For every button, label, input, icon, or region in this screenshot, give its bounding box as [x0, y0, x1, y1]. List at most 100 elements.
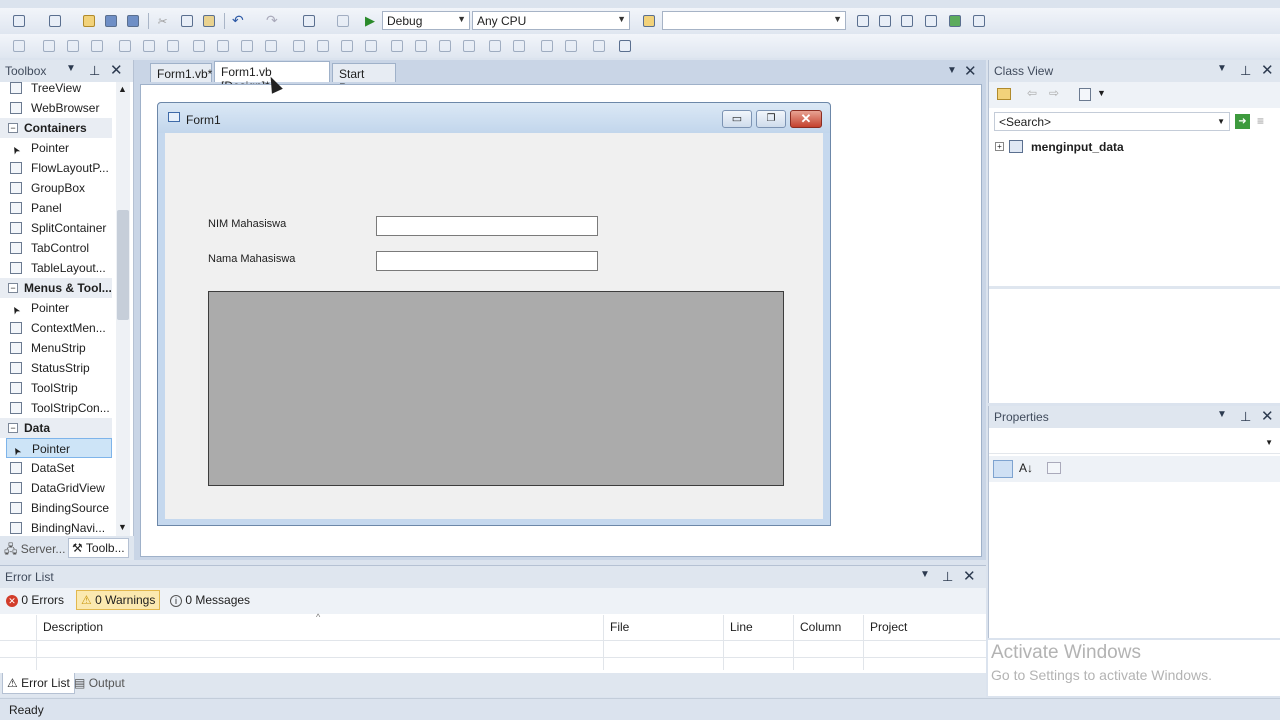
toolbox-category[interactable]: − Data: [0, 418, 112, 438]
toolbox-dropdown-icon[interactable]: ▼: [66, 63, 76, 74]
toolbox-item[interactable]: ToolStripCon...: [6, 398, 112, 418]
v-spacing-increase-icon[interactable]: [412, 37, 430, 55]
align-lefts-icon[interactable]: [40, 37, 58, 55]
toolbox-item[interactable]: WebBrowser: [6, 98, 112, 118]
properties-window-icon[interactable]: [876, 12, 894, 30]
align-tops-icon[interactable]: [116, 37, 134, 55]
same-height-icon[interactable]: [214, 37, 232, 55]
h-spacing-increase-icon[interactable]: [314, 37, 332, 55]
nim-input[interactable]: [376, 216, 598, 236]
new-project-icon[interactable]: [10, 12, 28, 30]
navigate-backward-icon[interactable]: [300, 12, 318, 30]
find-in-files-icon[interactable]: [640, 12, 658, 30]
object-browser-icon[interactable]: [898, 12, 916, 30]
align-centers-icon[interactable]: [64, 37, 82, 55]
toolbox-item[interactable]: DataSet: [6, 458, 112, 478]
same-width-icon[interactable]: [190, 37, 208, 55]
bring-to-front-icon[interactable]: [538, 37, 556, 55]
output-tab[interactable]: ▤ Output: [74, 676, 125, 690]
save-all-icon[interactable]: [124, 12, 142, 30]
new-folder-icon[interactable]: [997, 88, 1011, 100]
error-list-tab[interactable]: ⚠ Error List: [2, 673, 75, 694]
categorized-icon[interactable]: [993, 460, 1013, 478]
class-view-dropdown-icon[interactable]: ▼: [1217, 63, 1227, 74]
align-middles-icon[interactable]: [140, 37, 158, 55]
start-debugging-icon[interactable]: ▶: [360, 12, 378, 30]
class-view-pin-icon[interactable]: ⊥: [1240, 63, 1251, 79]
align-bottoms-icon[interactable]: [164, 37, 182, 55]
minimize-icon[interactable]: ▭: [722, 110, 752, 128]
warnings-filter[interactable]: ⚠ 0 Warnings: [76, 590, 161, 610]
error-list-dropdown-icon[interactable]: ▼: [920, 569, 930, 580]
align-to-grid-icon[interactable]: [10, 37, 28, 55]
toolbox-scrollbar[interactable]: ▲ ▼: [116, 82, 130, 536]
same-size-icon[interactable]: [238, 37, 256, 55]
toolbox-close-icon[interactable]: ✕: [110, 61, 123, 79]
properties-dropdown-icon[interactable]: ▼: [1217, 409, 1227, 420]
window-layout-icon[interactable]: [970, 12, 988, 30]
toolbox-item[interactable]: DataGridView: [6, 478, 112, 498]
toolbox-item[interactable]: MenuStrip: [6, 338, 112, 358]
col-file[interactable]: File: [610, 620, 629, 634]
close-form-icon[interactable]: ✕: [790, 110, 822, 128]
toolbox-item[interactable]: StatusStrip: [6, 358, 112, 378]
col-description[interactable]: Description: [43, 620, 103, 634]
toolbox-pin-icon[interactable]: ⊥: [89, 63, 100, 79]
error-list-close-icon[interactable]: ✕: [963, 567, 976, 585]
save-icon[interactable]: [102, 12, 120, 30]
open-file-icon[interactable]: [80, 12, 98, 30]
col-project[interactable]: Project: [870, 620, 907, 634]
clear-search-icon[interactable]: ≡: [1257, 114, 1264, 128]
col-line[interactable]: Line: [730, 620, 753, 634]
toolbox-scroll-thumb[interactable]: [117, 210, 129, 320]
toolbox-item[interactable]: BindingSource: [6, 498, 112, 518]
maximize-icon[interactable]: ❐: [756, 110, 786, 128]
center-vertically-icon[interactable]: [510, 37, 528, 55]
properties-close-icon[interactable]: ✕: [1261, 407, 1274, 425]
collapse-icon[interactable]: −: [8, 123, 18, 133]
toolbox-item[interactable]: GroupBox: [6, 178, 112, 198]
toolbox-item[interactable]: ➤ Pointer: [6, 298, 112, 318]
toolbox-item[interactable]: BindingNavi...: [6, 518, 112, 536]
toolbox-item[interactable]: TableLayout...: [6, 258, 112, 278]
close-document-icon[interactable]: ✕: [964, 62, 977, 80]
size-to-grid-icon[interactable]: [262, 37, 280, 55]
toolbox-item[interactable]: TabControl: [6, 238, 112, 258]
copy-icon[interactable]: [178, 12, 196, 30]
toolbox-item[interactable]: TreeView: [6, 82, 112, 98]
v-spacing-decrease-icon[interactable]: [436, 37, 454, 55]
add-item-icon[interactable]: [46, 12, 64, 30]
nama-input[interactable]: [376, 251, 598, 271]
toolbox-item[interactable]: ➤ Pointer: [6, 138, 112, 158]
solution-platform-select[interactable]: Any CPU ▼: [472, 11, 630, 30]
toolbox-tab[interactable]: ⚒ Toolb...: [68, 538, 129, 558]
properties-object-select[interactable]: ▼: [989, 430, 1280, 454]
undo-icon[interactable]: ↶: [230, 12, 248, 30]
center-horizontally-icon[interactable]: [486, 37, 504, 55]
h-spacing-equal-icon[interactable]: [290, 37, 308, 55]
toolbox-item[interactable]: ContextMen...: [6, 318, 112, 338]
cut-icon[interactable]: ✂: [154, 12, 172, 30]
scroll-up-icon[interactable]: ▲: [118, 84, 127, 94]
tab-start-page[interactable]: Start Page: [332, 63, 396, 95]
tree-node-project[interactable]: + menginput_data: [993, 138, 1193, 156]
tab-form1-code[interactable]: Form1.vb*: [150, 63, 212, 82]
paste-icon[interactable]: [200, 12, 218, 30]
toolbox-item[interactable]: Panel: [6, 198, 112, 218]
error-list-pin-icon[interactable]: ⊥: [942, 569, 953, 585]
server-explorer-tab[interactable]: 🖧 Server...: [4, 540, 65, 561]
toolbox-item[interactable]: SplitContainer: [6, 218, 112, 238]
search-go-icon[interactable]: ➜: [1235, 114, 1250, 129]
tree-expand-icon[interactable]: +: [995, 142, 1004, 151]
collapse-icon[interactable]: −: [8, 283, 18, 293]
solution-explorer-icon[interactable]: [854, 12, 872, 30]
errors-filter[interactable]: ✕ 0 Errors: [6, 593, 64, 607]
scroll-down-icon[interactable]: ▼: [118, 522, 127, 532]
solution-configuration-select[interactable]: Debug ▼: [382, 11, 470, 30]
toolbox-window-icon[interactable]: [922, 12, 940, 30]
collapse-icon[interactable]: −: [8, 423, 18, 433]
col-column[interactable]: Column: [800, 620, 841, 634]
send-to-back-icon[interactable]: [562, 37, 580, 55]
toolbox-category[interactable]: − Menus & Tool...: [0, 278, 112, 298]
find-combo[interactable]: ▼: [662, 11, 846, 30]
